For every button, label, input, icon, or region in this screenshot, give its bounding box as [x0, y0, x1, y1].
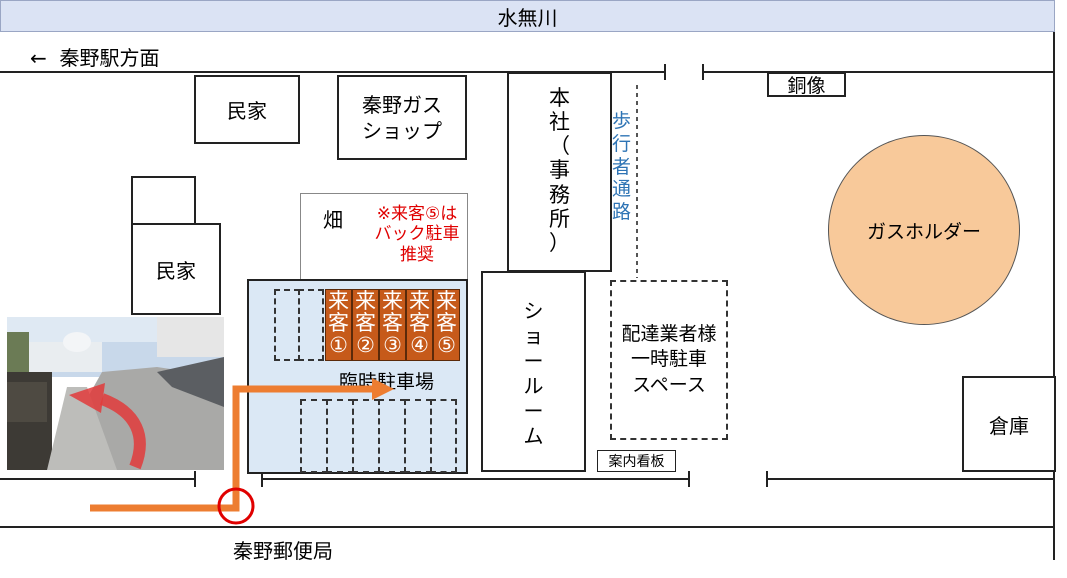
parking-slot [430, 399, 457, 473]
showroom-char: ー [523, 399, 544, 423]
gas-shop-label-2: ショップ [362, 118, 442, 143]
showroom-char: ー [523, 349, 544, 373]
parking-slot [274, 289, 300, 361]
head-office-char: 社 [549, 110, 570, 135]
guest-slot-text: ① [329, 333, 348, 357]
parking-slot [404, 399, 432, 473]
guest-slot-text: 来 [382, 289, 403, 313]
parking-notice: ※来客⑤は バック駐車 推奨 [367, 204, 467, 265]
warehouse-label: 倉庫 [989, 413, 1029, 438]
parking-slot [378, 399, 406, 473]
pedestrian-char: 歩 [612, 110, 632, 132]
pedestrian-path-label: 歩 行 者 通 路 [612, 110, 631, 224]
guest-slot-4: 来 客 ④ [406, 289, 433, 361]
guest-slot-text: 客 [382, 311, 403, 335]
pedestrian-char: 通 [612, 178, 632, 201]
statue: 銅像 [767, 72, 846, 97]
head-office-char: （ [549, 134, 570, 159]
house-2: 民家 [131, 223, 221, 315]
showroom-char: シ [523, 299, 544, 323]
pedestrian-char: 路 [612, 201, 632, 224]
head-office-label: 本 社 （ 事 務 所 ） [509, 86, 610, 255]
showroom-char: ル [523, 374, 544, 398]
guest-slot-2: 来 客 ② [352, 289, 379, 361]
guest-slot-text: 客 [355, 311, 376, 335]
house-2-annex [131, 176, 196, 226]
head-office-char: 務 [549, 182, 570, 207]
guest-slot-text: ④ [410, 333, 429, 357]
guest-slot-1: 来 客 ① [325, 289, 352, 361]
delivery-line-3: スペース [632, 373, 706, 396]
gas-shop-label-1: 秦野ガス [362, 92, 442, 117]
field-label: 畑 [323, 208, 343, 232]
head-office: 本 社 （ 事 務 所 ） [507, 72, 612, 272]
head-office-char: 所 [549, 206, 570, 231]
warehouse: 倉庫 [962, 376, 1056, 472]
parking-slot [352, 399, 380, 473]
guest-slot-text: 来 [409, 289, 430, 313]
guest-slot-text: 客 [328, 311, 349, 335]
post-office-label: 秦野郵便局 [233, 539, 333, 563]
pedestrian-char: 行 [612, 132, 632, 155]
notice-line-3: 推奨 [400, 244, 434, 265]
pedestrian-char: 者 [612, 155, 632, 178]
house-1-label: 民家 [227, 99, 267, 123]
guest-slot-text: 客 [409, 311, 430, 335]
guest-slot-text: 客 [436, 311, 457, 335]
guest-slot-text: 来 [436, 289, 457, 313]
temporary-parking-lot: 来 客 ① 来 客 ② 来 客 ③ 来 客 ④ 来 客 ⑤ 臨時駐車場 [247, 279, 468, 474]
delivery-parking-space: 配達業者様 一時駐車 スペース [610, 280, 728, 440]
showroom-label: シ ョ ー ル ー ム [483, 299, 584, 449]
delivery-line-1: 配達業者様 [621, 322, 717, 345]
notice-line-2: バック駐車 [374, 224, 460, 245]
gas-shop: 秦野ガス ショップ [337, 75, 467, 160]
guest-slot-text: ② [356, 333, 375, 357]
parking-lot-label: 臨時駐車場 [339, 371, 435, 393]
guest-slot-5: 来 客 ⑤ [433, 289, 460, 361]
parking-slot [326, 399, 354, 473]
head-office-char: ） [549, 230, 570, 255]
showroom-char: ョ [523, 324, 544, 348]
head-office-char: 事 [549, 158, 570, 183]
field: 畑 ※来客⑤は バック駐車 推奨 [300, 193, 468, 279]
house-1: 民家 [194, 75, 300, 144]
head-office-char: 本 [549, 86, 570, 110]
notice-line-1: ※来客⑤は [376, 204, 458, 224]
info-sign-label: 案内看板 [608, 454, 665, 470]
parking-slot [300, 399, 328, 473]
showroom-char: ム [523, 424, 544, 448]
guest-slot-text: 来 [328, 289, 349, 313]
street-photo-drawing [7, 317, 224, 470]
gas-holder: ガスホルダー [828, 135, 1020, 325]
guest-slot-3: 来 客 ③ [379, 289, 406, 361]
delivery-line-2: 一時駐車 [630, 348, 707, 371]
statue-label: 銅像 [787, 75, 826, 97]
guest-slot-text: 来 [355, 289, 376, 313]
guest-slot-text: ③ [383, 333, 402, 357]
info-sign: 案内看板 [597, 450, 676, 472]
showroom: シ ョ ー ル ー ム [481, 271, 586, 472]
street-photo [7, 317, 224, 470]
house-2-label: 民家 [156, 258, 196, 283]
guest-slot-text: ⑤ [437, 333, 456, 357]
parking-slot [298, 289, 324, 361]
gas-holder-label: ガスホルダー [866, 220, 981, 243]
